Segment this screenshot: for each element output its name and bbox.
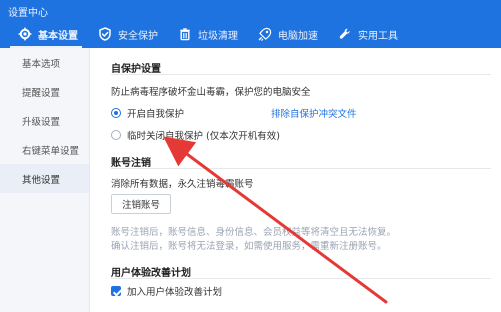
account-cancel-title: 账号注销 <box>111 158 151 169</box>
tab-speedup-label: 电脑加速 <box>278 30 318 42</box>
rocket-icon <box>258 27 272 41</box>
ux-program-title: 用户体验改善计划 <box>111 268 191 279</box>
account-cancel-description: 消除所有数据，永久注销毒霸账号 <box>111 179 254 190</box>
self-protect-temp-off-label: 临时关闭自我保护 (仅本次开机有效) <box>127 131 280 142</box>
tab-tools-label: 实用工具 <box>358 30 398 42</box>
sidebar-item-label: 升级设置 <box>22 116 61 128</box>
tab-security[interactable]: 安全保护 <box>90 20 166 48</box>
ux-program-checkbox[interactable] <box>111 286 121 296</box>
sidebar-item-context-menu[interactable]: 右键菜单设置 <box>0 135 89 164</box>
self-protect-temp-off-radio[interactable] <box>111 130 121 140</box>
account-cancel-note-2: 确认注销后，账号将无法登录，如需使用服务，需重新注册账号。 <box>111 241 387 252</box>
wrench-icon <box>338 27 352 41</box>
self-protect-title: 自保护设置 <box>111 64 161 75</box>
cancel-account-button[interactable]: 注销账号 <box>111 194 171 214</box>
sidebar-item-reminders[interactable]: 提醒设置 <box>0 77 89 106</box>
gear-icon <box>18 27 32 41</box>
shield-icon <box>98 27 112 41</box>
self-protect-on-radio[interactable] <box>111 108 121 118</box>
sidebar-item-label: 其他设置 <box>22 174 61 186</box>
sidebar-item-label: 基本选项 <box>22 58 61 70</box>
tab-security-label: 安全保护 <box>118 30 158 42</box>
account-cancel-note-1: 账号注销后，账号信息、身份信息、会员权益等将清空且无法恢复。 <box>111 227 397 238</box>
ux-program-divider <box>111 278 491 279</box>
tab-cleanup-label: 垃圾清理 <box>198 30 238 42</box>
main-content: 自保护设置 防止病毒程序破坏金山毒霸，保护您的电脑安全 开启自我保护 排除自保护… <box>91 48 501 312</box>
account-cancel-divider <box>111 168 491 169</box>
self-protect-description: 防止病毒程序破坏金山毒霸，保护您的电脑安全 <box>111 87 311 98</box>
top-nav: 基本设置 安全保护 垃圾清理 电脑加速 实用工具 <box>0 20 501 48</box>
exclude-conflict-files-link[interactable]: 排除自保护冲突文件 <box>271 106 357 120</box>
tab-basic-settings-label: 基本设置 <box>38 30 78 42</box>
tab-basic-settings[interactable]: 基本设置 <box>10 20 86 48</box>
sidebar-item-basic-options[interactable]: 基本选项 <box>0 48 89 77</box>
sidebar-item-other-settings[interactable]: 其他设置 <box>0 164 89 193</box>
self-protect-on-label: 开启自我保护 <box>127 109 185 120</box>
window-title: 设置中心 <box>8 8 48 19</box>
self-protect-divider <box>111 74 491 75</box>
sidebar-item-label: 提醒设置 <box>22 87 61 99</box>
sidebar-item-upgrade[interactable]: 升级设置 <box>0 106 89 135</box>
tab-tools[interactable]: 实用工具 <box>330 20 406 48</box>
top-header: 设置中心 基本设置 安全保护 垃圾清理 电脑加速 实用工具 <box>0 0 501 48</box>
trash-icon <box>178 27 192 41</box>
sidebar-item-label: 右键菜单设置 <box>22 145 80 157</box>
tab-cleanup[interactable]: 垃圾清理 <box>170 20 246 48</box>
tab-speedup[interactable]: 电脑加速 <box>250 20 326 48</box>
sidebar: 基本选项 提醒设置 升级设置 右键菜单设置 其他设置 <box>0 48 90 312</box>
ux-program-checkbox-label: 加入用户体验改善计划 <box>127 287 223 298</box>
